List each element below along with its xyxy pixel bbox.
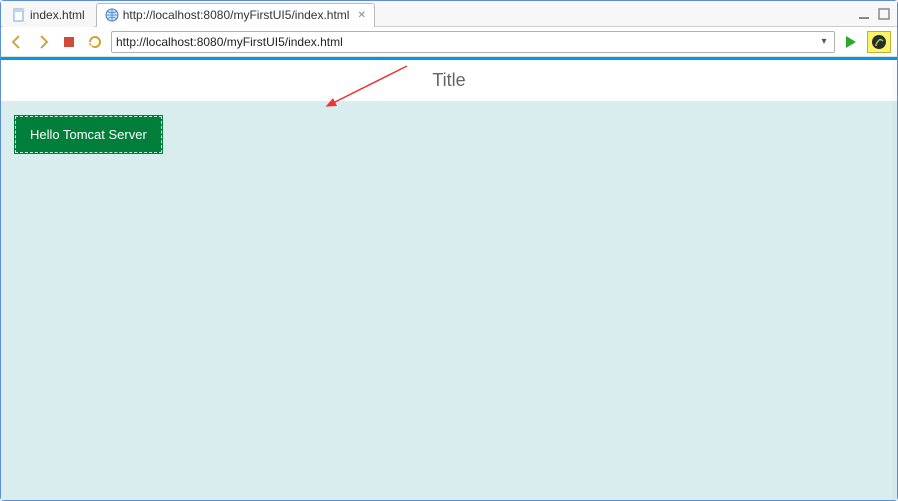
maximize-icon[interactable]: [877, 7, 891, 21]
browser-view-window: index.html http://localhost:8080/myFirst…: [0, 0, 898, 501]
forward-button[interactable]: [33, 32, 53, 52]
stop-button[interactable]: [59, 32, 79, 52]
go-button[interactable]: [841, 32, 861, 52]
hello-button[interactable]: Hello Tomcat Server: [15, 116, 162, 153]
file-icon: [12, 8, 26, 22]
address-bar[interactable]: ▾: [111, 31, 835, 53]
tab-localhost-page[interactable]: http://localhost:8080/myFirstUI5/index.h…: [96, 3, 375, 27]
tab-index-html[interactable]: index.html: [3, 3, 94, 27]
globe-icon: [105, 8, 119, 22]
navigation-toolbar: ▾: [1, 27, 897, 57]
chevron-down-icon[interactable]: ▾: [818, 36, 830, 47]
window-controls: [857, 7, 897, 21]
debug-icon[interactable]: [867, 31, 891, 53]
close-icon[interactable]: ✕: [357, 10, 365, 21]
page-content: Title Hello Tomcat Server: [1, 60, 897, 500]
page-body: Hello Tomcat Server: [1, 102, 897, 500]
back-button[interactable]: [7, 32, 27, 52]
tab-bar: index.html http://localhost:8080/myFirst…: [1, 1, 897, 27]
tab-label: index.html: [30, 8, 85, 22]
refresh-button[interactable]: [85, 32, 105, 52]
page-header: Title: [1, 60, 897, 102]
page-title: Title: [432, 70, 465, 91]
tab-label: http://localhost:8080/myFirstUI5/index.h…: [123, 8, 350, 22]
minimize-icon[interactable]: [857, 7, 871, 21]
vertical-scrollbar[interactable]: [892, 60, 897, 500]
url-input[interactable]: [116, 35, 818, 49]
